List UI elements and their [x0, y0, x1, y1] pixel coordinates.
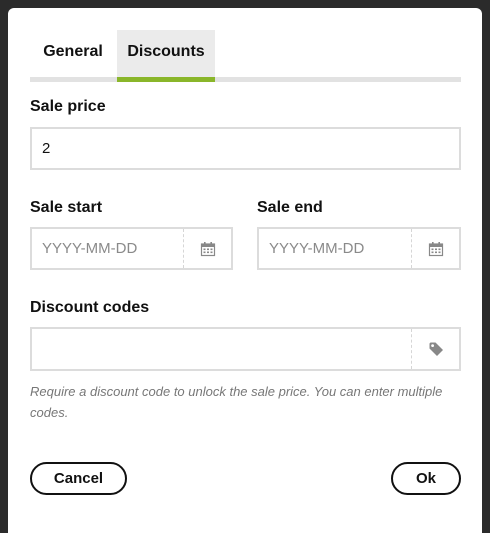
sale-end-label: Sale end: [257, 199, 323, 216]
ok-button[interactable]: Ok: [391, 462, 461, 495]
discount-codes-input[interactable]: [30, 327, 461, 371]
discount-dialog: General Discounts Sale price Sale start …: [8, 8, 482, 533]
sale-price-label: Sale price: [30, 98, 106, 115]
sale-start-calendar-button[interactable]: [183, 229, 231, 268]
sale-price-input[interactable]: [30, 127, 461, 170]
cancel-button[interactable]: Cancel: [30, 462, 127, 495]
discount-codes-tag-button[interactable]: [411, 329, 459, 369]
tag-icon: [429, 342, 443, 356]
tab-general[interactable]: General: [30, 30, 116, 77]
discount-codes-help-text: Require a discount code to unlock the sa…: [30, 384, 443, 420]
sale-start-label: Sale start: [30, 199, 103, 216]
sale-end-field: [257, 227, 461, 270]
tab-discounts[interactable]: Discounts: [117, 30, 215, 82]
discount-codes-label: Discount codes: [30, 299, 150, 316]
discount-codes-field: [30, 327, 461, 371]
calendar-icon: [428, 241, 443, 256]
calendar-icon: [200, 241, 215, 256]
sale-end-calendar-button[interactable]: [411, 229, 459, 268]
tab-bar: General Discounts: [30, 30, 461, 82]
sale-start-field: [30, 227, 233, 270]
